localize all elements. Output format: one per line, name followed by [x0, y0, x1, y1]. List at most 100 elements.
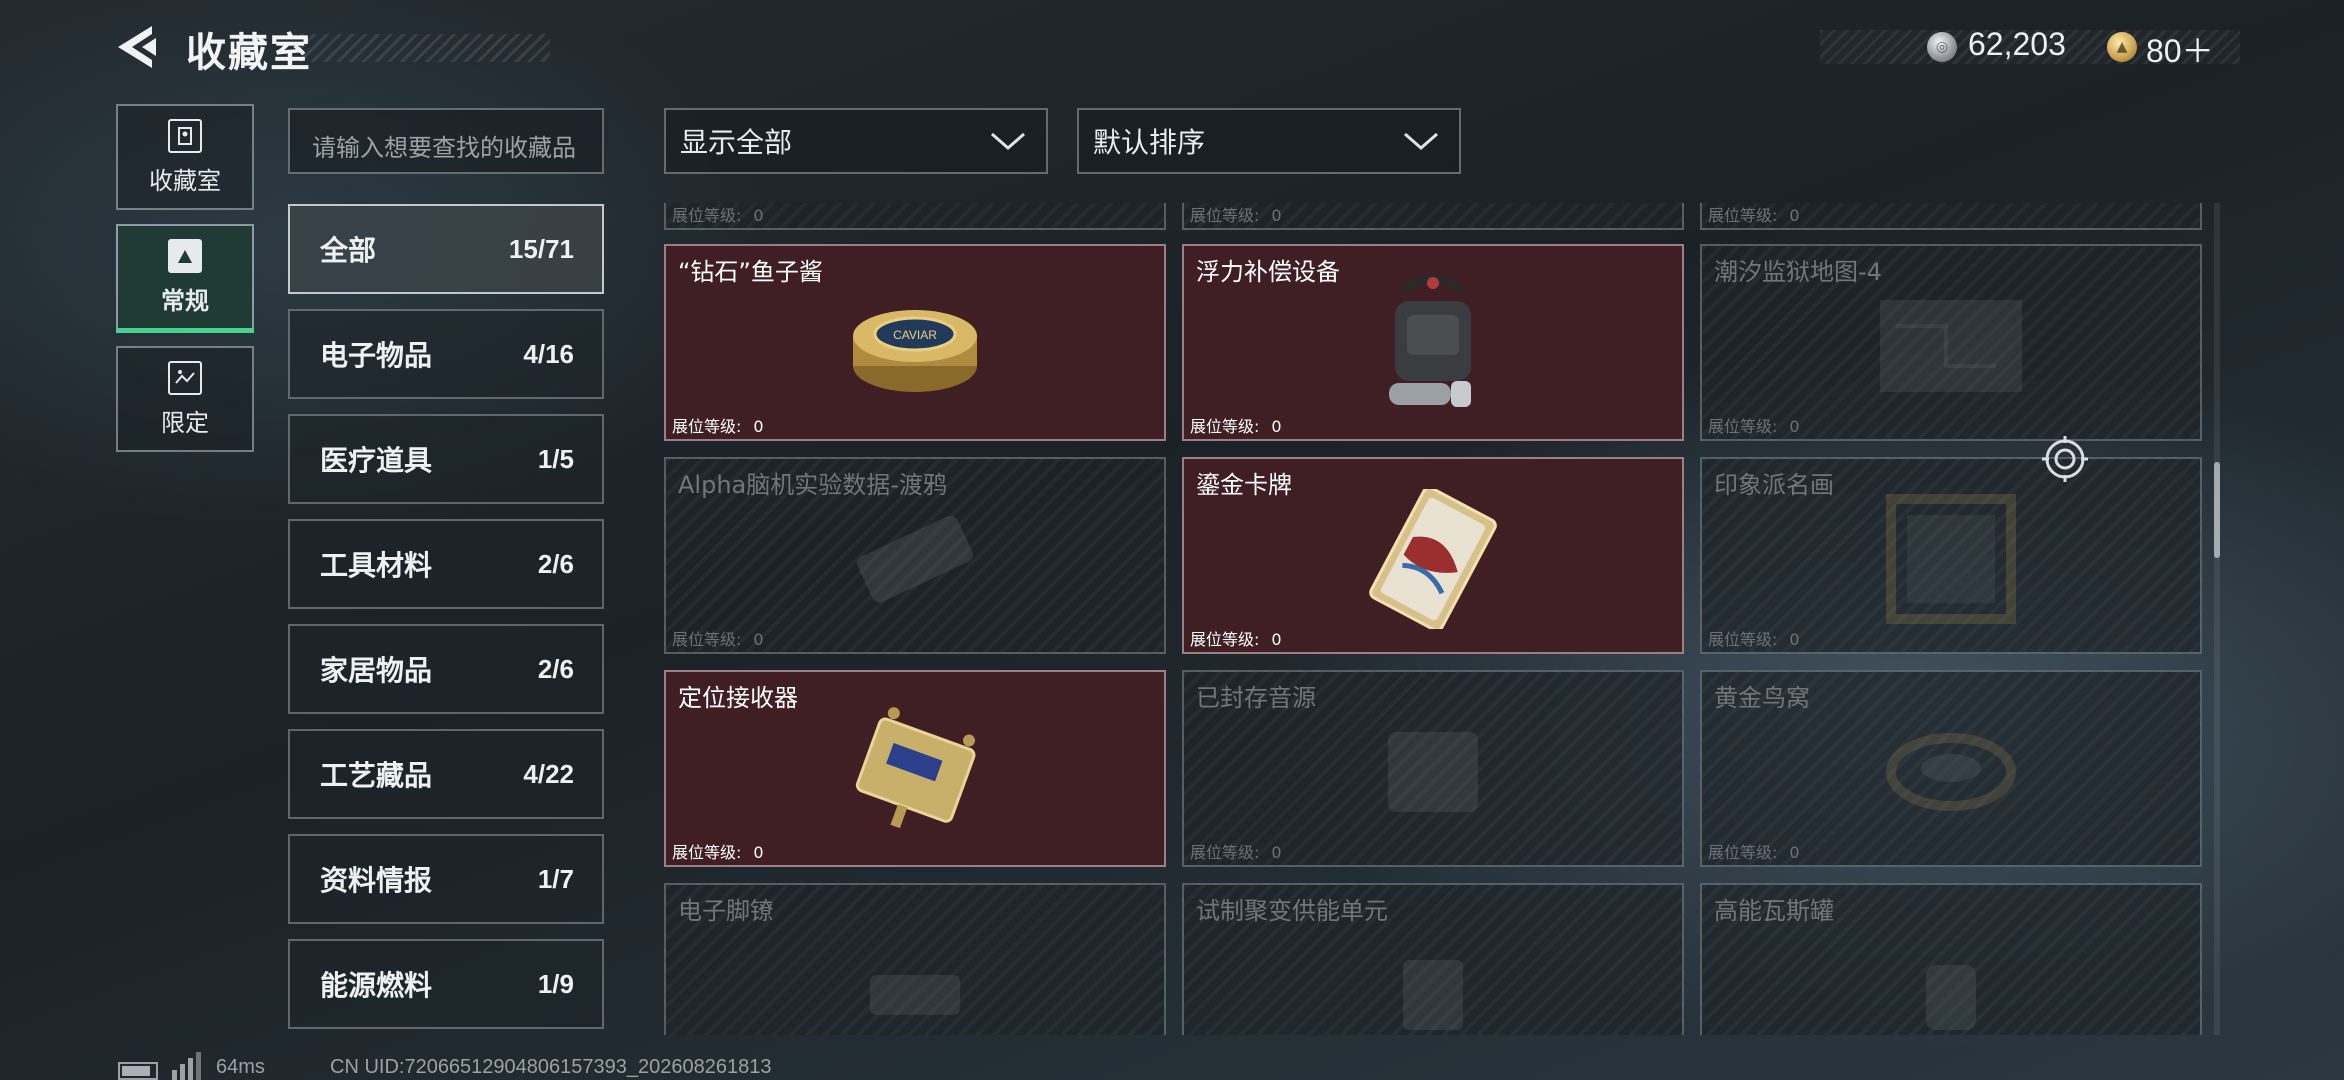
booth-level: 展位等级: 0 — [1708, 630, 1800, 649]
category-medical[interactable]: 医疗道具 1/5 — [288, 414, 604, 504]
item-name: 潮汐监狱地图-4 — [1714, 258, 1882, 286]
collection-room-icon — [168, 118, 202, 153]
category-label: 工艺藏品 — [320, 759, 433, 792]
category-energy[interactable]: 能源燃料 1/9 — [288, 939, 604, 1029]
item-name: 电子脚镣 — [678, 897, 774, 925]
collection-card-buoyancy-device[interactable]: 浮力补偿设备 展位等级: 0 — [1182, 244, 1684, 441]
nav-tab-label: 收藏室 — [149, 166, 221, 195]
nav-tab-label: 限定 — [161, 408, 209, 437]
item-name: 定位接收器 — [678, 684, 798, 712]
regular-collection-icon — [168, 238, 202, 273]
nav-tab-label: 常规 — [161, 286, 209, 315]
collection-card[interactable]: 展位等级: 0 — [664, 203, 1166, 230]
grid-scrollbar[interactable] — [2214, 203, 2220, 1035]
gas-canister-icon — [1926, 965, 1976, 1031]
item-name: Alpha脑机实验数据-渡鸦 — [678, 471, 947, 499]
item-name: 鎏金卡牌 — [1196, 471, 1292, 499]
nav-tab-regular[interactable]: 常规 — [116, 224, 254, 330]
item-name: 试制聚变供能单元 — [1196, 897, 1388, 925]
sort-dropdown[interactable]: 默认排序 — [1077, 108, 1461, 174]
gold-coin-icon: ▲ — [2107, 32, 2137, 62]
grid-scroll-thumb[interactable] — [2214, 462, 2220, 558]
chevron-down-icon — [991, 132, 1025, 150]
category-tools[interactable]: 工具材料 2/6 — [288, 519, 604, 609]
collection-card-caviar[interactable]: “钻石”鱼子酱 CAVIAR 展位等级: 0 — [664, 244, 1166, 441]
category-label: 全部 — [320, 234, 377, 267]
silver-currency-value: 62,203 — [1968, 26, 2066, 62]
display-filter-value: 显示全部 — [680, 126, 793, 159]
booth-level: 展位等级: 0 — [1708, 206, 1800, 225]
signal-icon — [172, 1052, 201, 1080]
buoyancy-device-icon — [1389, 275, 1471, 408]
chevron-down-icon — [1404, 132, 1438, 150]
painting-icon — [1886, 494, 2016, 625]
booth-level: 展位等级: 0 — [1708, 843, 1800, 862]
category-count: 1/9 — [537, 968, 574, 999]
ankle-monitor-icon — [870, 975, 960, 1016]
collection-grid[interactable]: 展位等级: 0 展位等级: 0 展位等级: 0 “钻石”鱼子酱 CAVIAR 展位等级… — [664, 203, 2202, 1035]
display-filter-dropdown[interactable]: 显示全部 — [664, 108, 1048, 174]
collection-card-locator-receiver[interactable]: 定位接收器 展位等级: 0 — [664, 670, 1166, 867]
booth-level: 展位等级: 0 — [1190, 417, 1282, 436]
collection-card-gilded-card[interactable]: 鎏金卡牌 展位等级: 0 — [1182, 457, 1684, 654]
battery-icon — [118, 1062, 158, 1080]
item-name: 浮力补偿设备 — [1196, 258, 1340, 286]
item-name: 黄金鸟窝 — [1714, 684, 1810, 712]
item-name: 高能瓦斯罐 — [1714, 897, 1834, 925]
collection-card[interactable]: 展位等级: 0 — [1182, 203, 1684, 230]
collection-card-impressionist-painting[interactable]: 印象派名画 展位等级: 0 — [1700, 457, 2202, 654]
booth-level: 展位等级: 0 — [672, 206, 764, 225]
category-household[interactable]: 家居物品 2/6 — [288, 624, 604, 714]
collection-card-fusion-unit[interactable]: 试制聚变供能单元 — [1182, 883, 1684, 1035]
item-name: 印象派名画 — [1714, 471, 1834, 499]
booth-level: 展位等级: 0 — [1708, 417, 1800, 436]
gilded-card-icon — [1369, 489, 1497, 630]
category-count: 1/5 — [537, 443, 574, 474]
category-label: 医疗道具 — [320, 444, 433, 477]
collection-card-ankle-monitor[interactable]: 电子脚镣 — [664, 883, 1166, 1035]
collection-card[interactable]: 展位等级: 0 — [1700, 203, 2202, 230]
category-intel[interactable]: 资料情报 1/7 — [288, 834, 604, 924]
silver-coin-icon: ◎ — [1927, 32, 1957, 62]
category-label: 工具材料 — [320, 549, 433, 582]
back-arrow-icon[interactable] — [112, 22, 160, 72]
user-uid: CN UID:720665129048061​57393_20260826181… — [330, 1056, 772, 1078]
ping-value: 64ms — [216, 1056, 265, 1078]
search-input[interactable]: 请输入想要查找的收藏品 — [288, 108, 604, 174]
target-icon[interactable] — [2040, 434, 2090, 484]
map-icon — [1880, 300, 2022, 393]
category-count: 2/6 — [537, 653, 574, 684]
booth-level: 展位等级: 0 — [1190, 630, 1282, 649]
locator-receiver-icon — [855, 707, 976, 829]
title-decoration — [300, 34, 550, 62]
limited-collection-icon — [168, 360, 202, 395]
category-count: 4/22 — [523, 758, 574, 789]
collection-card-sealed-audio[interactable]: 已封存音源 展位等级: 0 — [1182, 670, 1684, 867]
collection-card-gas-canister[interactable]: 高能瓦斯罐 — [1700, 883, 2202, 1035]
category-all[interactable]: 全部 15/71 — [288, 204, 604, 294]
category-label: 能源燃料 — [320, 969, 433, 1002]
collection-card-golden-nest[interactable]: 黄金鸟窝 展位等级: 0 — [1700, 670, 2202, 867]
category-label: 电子物品 — [320, 339, 433, 372]
booth-level: 展位等级: 0 — [672, 843, 764, 862]
booth-level: 展位等级: 0 — [672, 630, 764, 649]
golden-nest-icon — [1886, 733, 2016, 812]
caviar-tin-icon: CAVIAR — [853, 310, 977, 393]
fusion-unit-icon — [1403, 960, 1463, 1031]
category-label: 家居物品 — [320, 654, 433, 687]
collection-card-tide-prison-map[interactable]: 潮汐监狱地图-4 展位等级: 0 — [1700, 244, 2202, 441]
gold-currency-value[interactable]: 80＋ — [2146, 26, 2214, 72]
category-crafts[interactable]: 工艺藏品 4/22 — [288, 729, 604, 819]
collection-card-alpha-data[interactable]: Alpha脑机实验数据-渡鸦 展位等级: 0 — [664, 457, 1166, 654]
category-count: 4/16 — [523, 338, 574, 369]
category-count: 15/71 — [508, 233, 574, 264]
category-count: 2/6 — [537, 548, 574, 579]
booth-level: 展位等级: 0 — [672, 417, 764, 436]
nav-tab-collection-room[interactable]: 收藏室 — [116, 104, 254, 210]
booth-level: 展位等级: 0 — [1190, 206, 1282, 225]
nav-tab-limited[interactable]: 限定 — [116, 346, 254, 452]
booth-level: 展位等级: 0 — [1190, 843, 1282, 862]
category-electronics[interactable]: 电子物品 4/16 — [288, 309, 604, 399]
page-title: 收藏室 — [186, 30, 312, 76]
sort-value: 默认排序 — [1093, 126, 1206, 159]
